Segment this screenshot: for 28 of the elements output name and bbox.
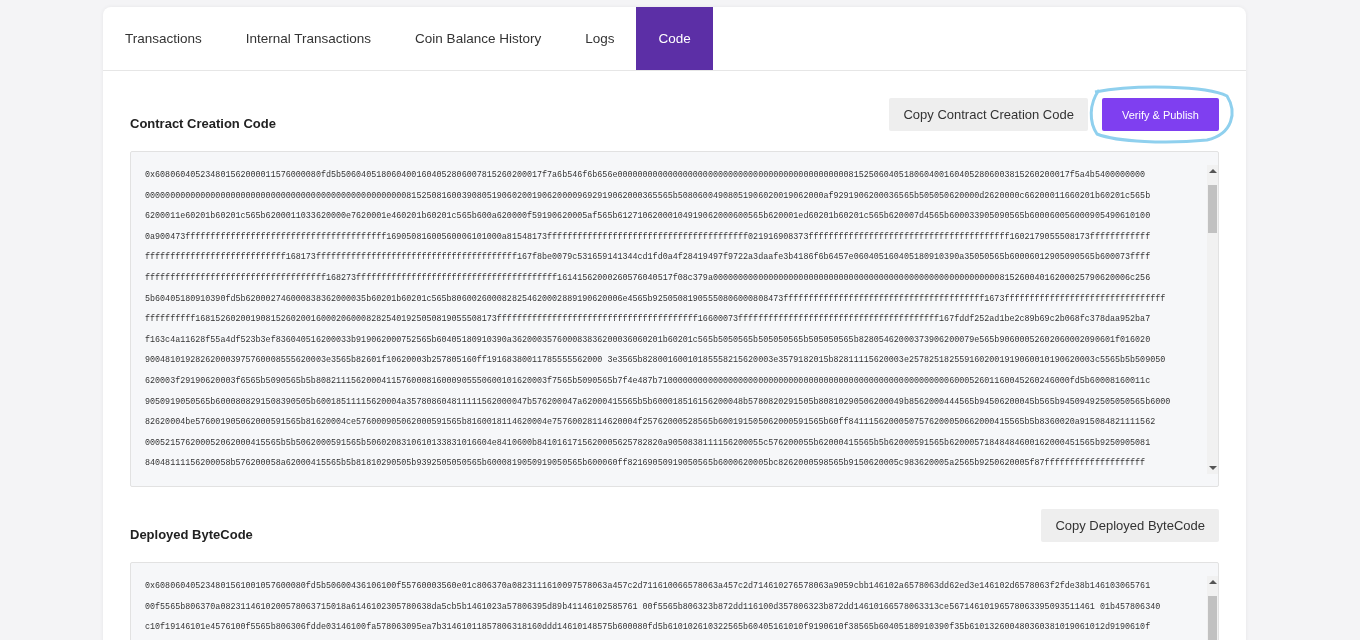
section-title: Contract Creation Code [130, 116, 276, 131]
code-line: 5b60405180910390fd5b620002746000838362000035b60201b60201c565b8060026000828254620002889190620006e4565b92505081905550806000808473ffffffffffffffffffffffffffffffffffffffff1673ffffffffffffffffffffffffffffffff [145, 292, 1167, 306]
code-line: 620003f29190620003f6565b5090565b5b8082111562000411576000816000905550600101620003f7565b5090565b7f4e487b7100000000000000000000000000000000000000000000000000000000600052601160045260246000fd5b60008160011c [145, 374, 1152, 388]
code-line: 0x608060405234801561001057600080fd5b50600436106100f55760003560e01c806370a0823111610097578063a457c2d711610066578063a457c2d714610276578063a9059cbb146102a6578063dd62ed3e146102d6578063f2fde38b146103065761 [145, 579, 1152, 593]
tab[interactable]: Logs [563, 7, 637, 70]
code-line: 9050919050565b6000808291508390505b60018511115620004a357808604811111562000047b576200047a62000415565b5b600018516156200048b5780820291505b80810290506200049b8562000444565b94506200045b565b94509492505050565b6000 [145, 395, 1172, 409]
code-line: 900481019282620003975760008555620003e3565b82601f10620003b257805160ff19168380011785555562000 3e3565b82800160010185558215620003e3579182015b82811115620003e2578251825591602001919060010190620003c5565b5b509050 [145, 354, 1167, 368]
section-title: Deployed ByteCode [130, 526, 253, 542]
code-line: 0x608060405234801562000011576000080fd5b5060405180604001604052806007815260200017f7a6b546f6b656e000000000000000000000000000000000000000000000081525060405180604001604052806003815260200017f5a4b5400000000 [145, 169, 1147, 182]
code-line: f163c4a11628f55a4df523b3ef836040516200033b919062000752565b60405180910390a362000357600083836200036060201b60201c565b5050565b505050565b505050565b82805462000373906200079e565b90600052602060002090601f016020 [145, 333, 1152, 347]
code-line: ffffffffffffffffffffffffffff168173ffffffffffffffffffffffffffffffffffffffff167f8be0079c531659141344cd1fd0a4f28419497f9722a3daafe3b4186f6b6457e060405160405180910390a35050565b60006012905090565b600073ffff [145, 251, 1152, 265]
code-line: 000521576200052062000415565b5b5062000591565b5060208310610133831016604e8410600b8410161715620005625782820a9050838111156200055c576200055b62000415565b5b62000591565b62000571848484600162000451565b9250905081 [145, 436, 1152, 450]
code-line: c10f19146101e4576100f5565b806306fdde03146100fa578063095ea7b31461011857806318160ddd14610148575b600080fd5b610102610322565b60405161010f9190610f38565b60405180910390f35b610132600480360381019061012d9190610f [145, 621, 1152, 635]
tab[interactable]: Code [636, 7, 713, 70]
code-line: 0a900473ffffffffffffffffffffffffffffffffffffffff16905081600560006101000a81548173ffffffffffffffffffffffffffffffffffffffff021916908373ffffffffffffffffffffffffffffffffffffffff1602179055508173ffffffffffff [145, 230, 1152, 244]
code-line: 00f5565b806370a0823114610200578063715018a6146102305780638da5cb5b1461023a57806395d89b41146102585761 00f5565b806323b872dd116100d357806323b872dd14610166578063313ce56714610196578063395093511461 01b457806340 [145, 600, 1162, 614]
copy-button[interactable]: Copy Deployed ByteCode [1041, 508, 1219, 542]
code-line: ffffffffff168152602001908152602001600020600082825401925050819055508173ffffffffffffffffffffffffffffffffffffffff16600073ffffffffffffffffffffffffffffffffffffffff167fddf252ad1be2c89b69c2b068fc378daa952ba7 [145, 313, 1152, 327]
code-line: 84048111156200058b576200058a62000415565b5b81810290505b9392505050565b6000819050919050565b600060ff82169050919050565b6000620005bc8262000598565b9150620005c983620005a2565b9250620005f87ffffffffffffffffffff [145, 457, 1147, 471]
code-line: 6200011e60201b60201c565b6200011033620000e7620001e460201b60201c565b600a620000f59190620005af565b61271062000104919062000600565b620001ed60201b60201c565b620007d4565b600033905090565b600060056000905490610100 [145, 210, 1152, 224]
code-line: 000000000000000000000000000000000000000000000000000081525081600390805190602001906200009692919062000365565b50806004908051906020019062000af9291906200036565b505050620000d2620000c66200011660201b60201c565b [145, 189, 1152, 203]
tab[interactable]: Coin Balance History [393, 7, 564, 70]
tab[interactable]: Transactions [103, 7, 224, 70]
code-line: ffffffffffffffffffffffffffffffffffff168273ffffffffffffffffffffffffffffffffffffffff16141562000260576040517f08c379a00000000000000000000000000000000000000000000000000000000081526004016200025790620006c256 [145, 271, 1152, 285]
copy-button[interactable]: Copy Contract Creation Code [889, 98, 1088, 131]
code-line: 82620004be576001905062000591565b81620004ce576000905062000591565b8160018114620004e75760028114620004f25762000528565b600191505062000591565b60ff84111562000507576200050662000415565b5b8360020a915084821111562 [145, 416, 1157, 430]
verify-publish-button[interactable]: Verify & Publish [1101, 98, 1219, 131]
tab[interactable]: Internal Transactions [223, 7, 394, 70]
